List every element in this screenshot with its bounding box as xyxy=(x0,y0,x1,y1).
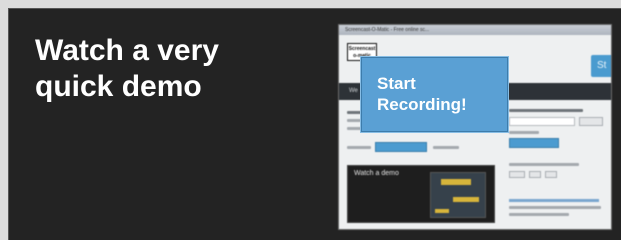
thumb-share-button xyxy=(529,171,541,178)
thumb-email-field xyxy=(509,117,575,126)
thumb-video-screen xyxy=(430,172,486,218)
thumb-link-line xyxy=(509,199,599,202)
start-recording-button[interactable]: Start Recording! xyxy=(360,56,509,133)
headline-line-2: quick demo xyxy=(35,70,202,103)
thumb-text-line xyxy=(347,119,361,122)
thumb-share-button xyxy=(509,171,525,178)
thumb-text-line xyxy=(509,206,601,209)
thumb-text-line xyxy=(433,146,459,149)
thumb-video-title: Watch a demo xyxy=(354,170,399,177)
thumb-text-line xyxy=(509,213,569,216)
thumb-small-button xyxy=(579,117,603,126)
headline: Watch a very quick demo xyxy=(35,33,325,105)
thumb-video-highlight xyxy=(435,209,449,213)
thumb-right-button xyxy=(509,138,559,148)
thumb-text-line xyxy=(509,131,539,134)
start-recording-label-1: Start xyxy=(377,74,416,93)
thumb-text-line xyxy=(347,146,371,149)
thumb-video-preview: Watch a demo xyxy=(347,165,495,223)
thumb-corner-button: St xyxy=(591,55,611,77)
thumb-logo-text-1: Screencast xyxy=(348,46,376,52)
thumb-text-line xyxy=(509,163,579,166)
thumb-text-line xyxy=(509,109,583,112)
thumb-window-titlebar: Screencast-O-Matic - Free online sc... xyxy=(339,25,611,35)
thumb-video-highlight xyxy=(453,197,479,202)
thumb-start-recording-button xyxy=(375,142,427,152)
headline-line-1: Watch a very xyxy=(35,34,219,67)
thumb-video-highlight xyxy=(441,179,471,185)
start-recording-label-2: Recording! xyxy=(377,95,467,114)
thumb-share-button xyxy=(545,171,557,178)
